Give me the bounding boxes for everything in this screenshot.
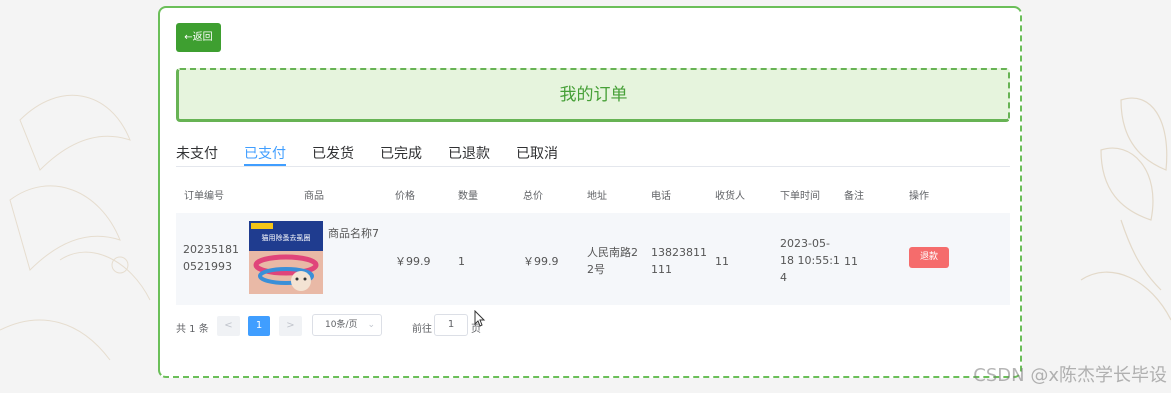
column-header-quantity: 数量: [458, 191, 478, 202]
tab-shipped[interactable]: 已发货: [312, 143, 354, 166]
table-row: 20235181 0521993 猫用除蚤去虱圈 商品名称7 ￥99.9 1 ￥…: [176, 213, 1010, 305]
orders-card: ←返回 我的订单 未支付 已支付 已发货 已完成 已退款 已取消 订单编号 商品…: [158, 6, 1022, 378]
pagination: 共 1 条 < 1 > 10条/页 ⌄ 前往 1 页: [176, 314, 576, 338]
column-header-price: 价格: [395, 191, 415, 202]
column-header-note: 备注: [844, 191, 864, 202]
product-name: 商品名称7: [328, 227, 379, 240]
column-header-order-no: 订单编号: [184, 191, 224, 202]
phone: 13823811 111: [651, 246, 707, 276]
tab-cancelled[interactable]: 已取消: [516, 143, 558, 166]
tab-unpaid[interactable]: 未支付: [176, 143, 218, 166]
price: ￥99.9: [395, 255, 431, 268]
column-header-order-time: 下单时间: [780, 191, 820, 202]
goto-page-input[interactable]: 1: [434, 314, 468, 336]
order-time: 2023-05- 18 10:55:1 4: [780, 237, 840, 284]
tab-completed[interactable]: 已完成: [380, 143, 422, 166]
column-header-action: 操作: [909, 191, 929, 202]
address: 人民南路2 2号: [587, 246, 638, 276]
column-header-receiver: 收货人: [715, 191, 745, 202]
next-page-button[interactable]: >: [279, 316, 302, 336]
tab-refunded[interactable]: 已退款: [448, 143, 490, 166]
prev-page-button[interactable]: <: [217, 316, 240, 336]
goto-label: 前往: [412, 324, 432, 335]
floral-background-left: [0, 94, 151, 361]
column-header-total: 总价: [523, 191, 543, 202]
floral-background-right: [1080, 97, 1171, 321]
order-number: 20235181 0521993: [183, 243, 239, 273]
svg-text:猫用除蚤去虱圈: 猫用除蚤去虱圈: [262, 233, 311, 242]
column-header-address: 地址: [587, 191, 607, 202]
column-header-product: 商品: [304, 191, 324, 202]
note: 11: [844, 255, 858, 268]
order-status-tabs: 未支付 已支付 已发货 已完成 已退款 已取消: [176, 140, 1010, 167]
receiver: 11: [715, 255, 729, 268]
mouse-cursor-icon: [474, 310, 486, 327]
back-button[interactable]: ←返回: [176, 23, 221, 52]
page-number-current[interactable]: 1: [248, 316, 270, 336]
pagination-total: 共 1 条: [176, 324, 209, 335]
product-image: 猫用除蚤去虱圈: [249, 221, 323, 294]
page-title: 我的订单: [176, 68, 1010, 122]
tab-paid[interactable]: 已支付: [244, 143, 286, 166]
column-header-phone: 电话: [651, 191, 671, 202]
quantity: 1: [458, 255, 465, 268]
chevron-down-icon: ⌄: [367, 320, 375, 330]
table-header: 订单编号 商品 价格 数量 总价 地址 电话 收货人 下单时间 备注 操作: [176, 178, 1010, 210]
watermark: CSDN @x陈杰学长毕设: [973, 365, 1167, 386]
page-size-select[interactable]: 10条/页 ⌄: [312, 314, 382, 336]
total-price: ￥99.9: [523, 255, 559, 268]
refund-button[interactable]: 退款: [909, 247, 949, 268]
